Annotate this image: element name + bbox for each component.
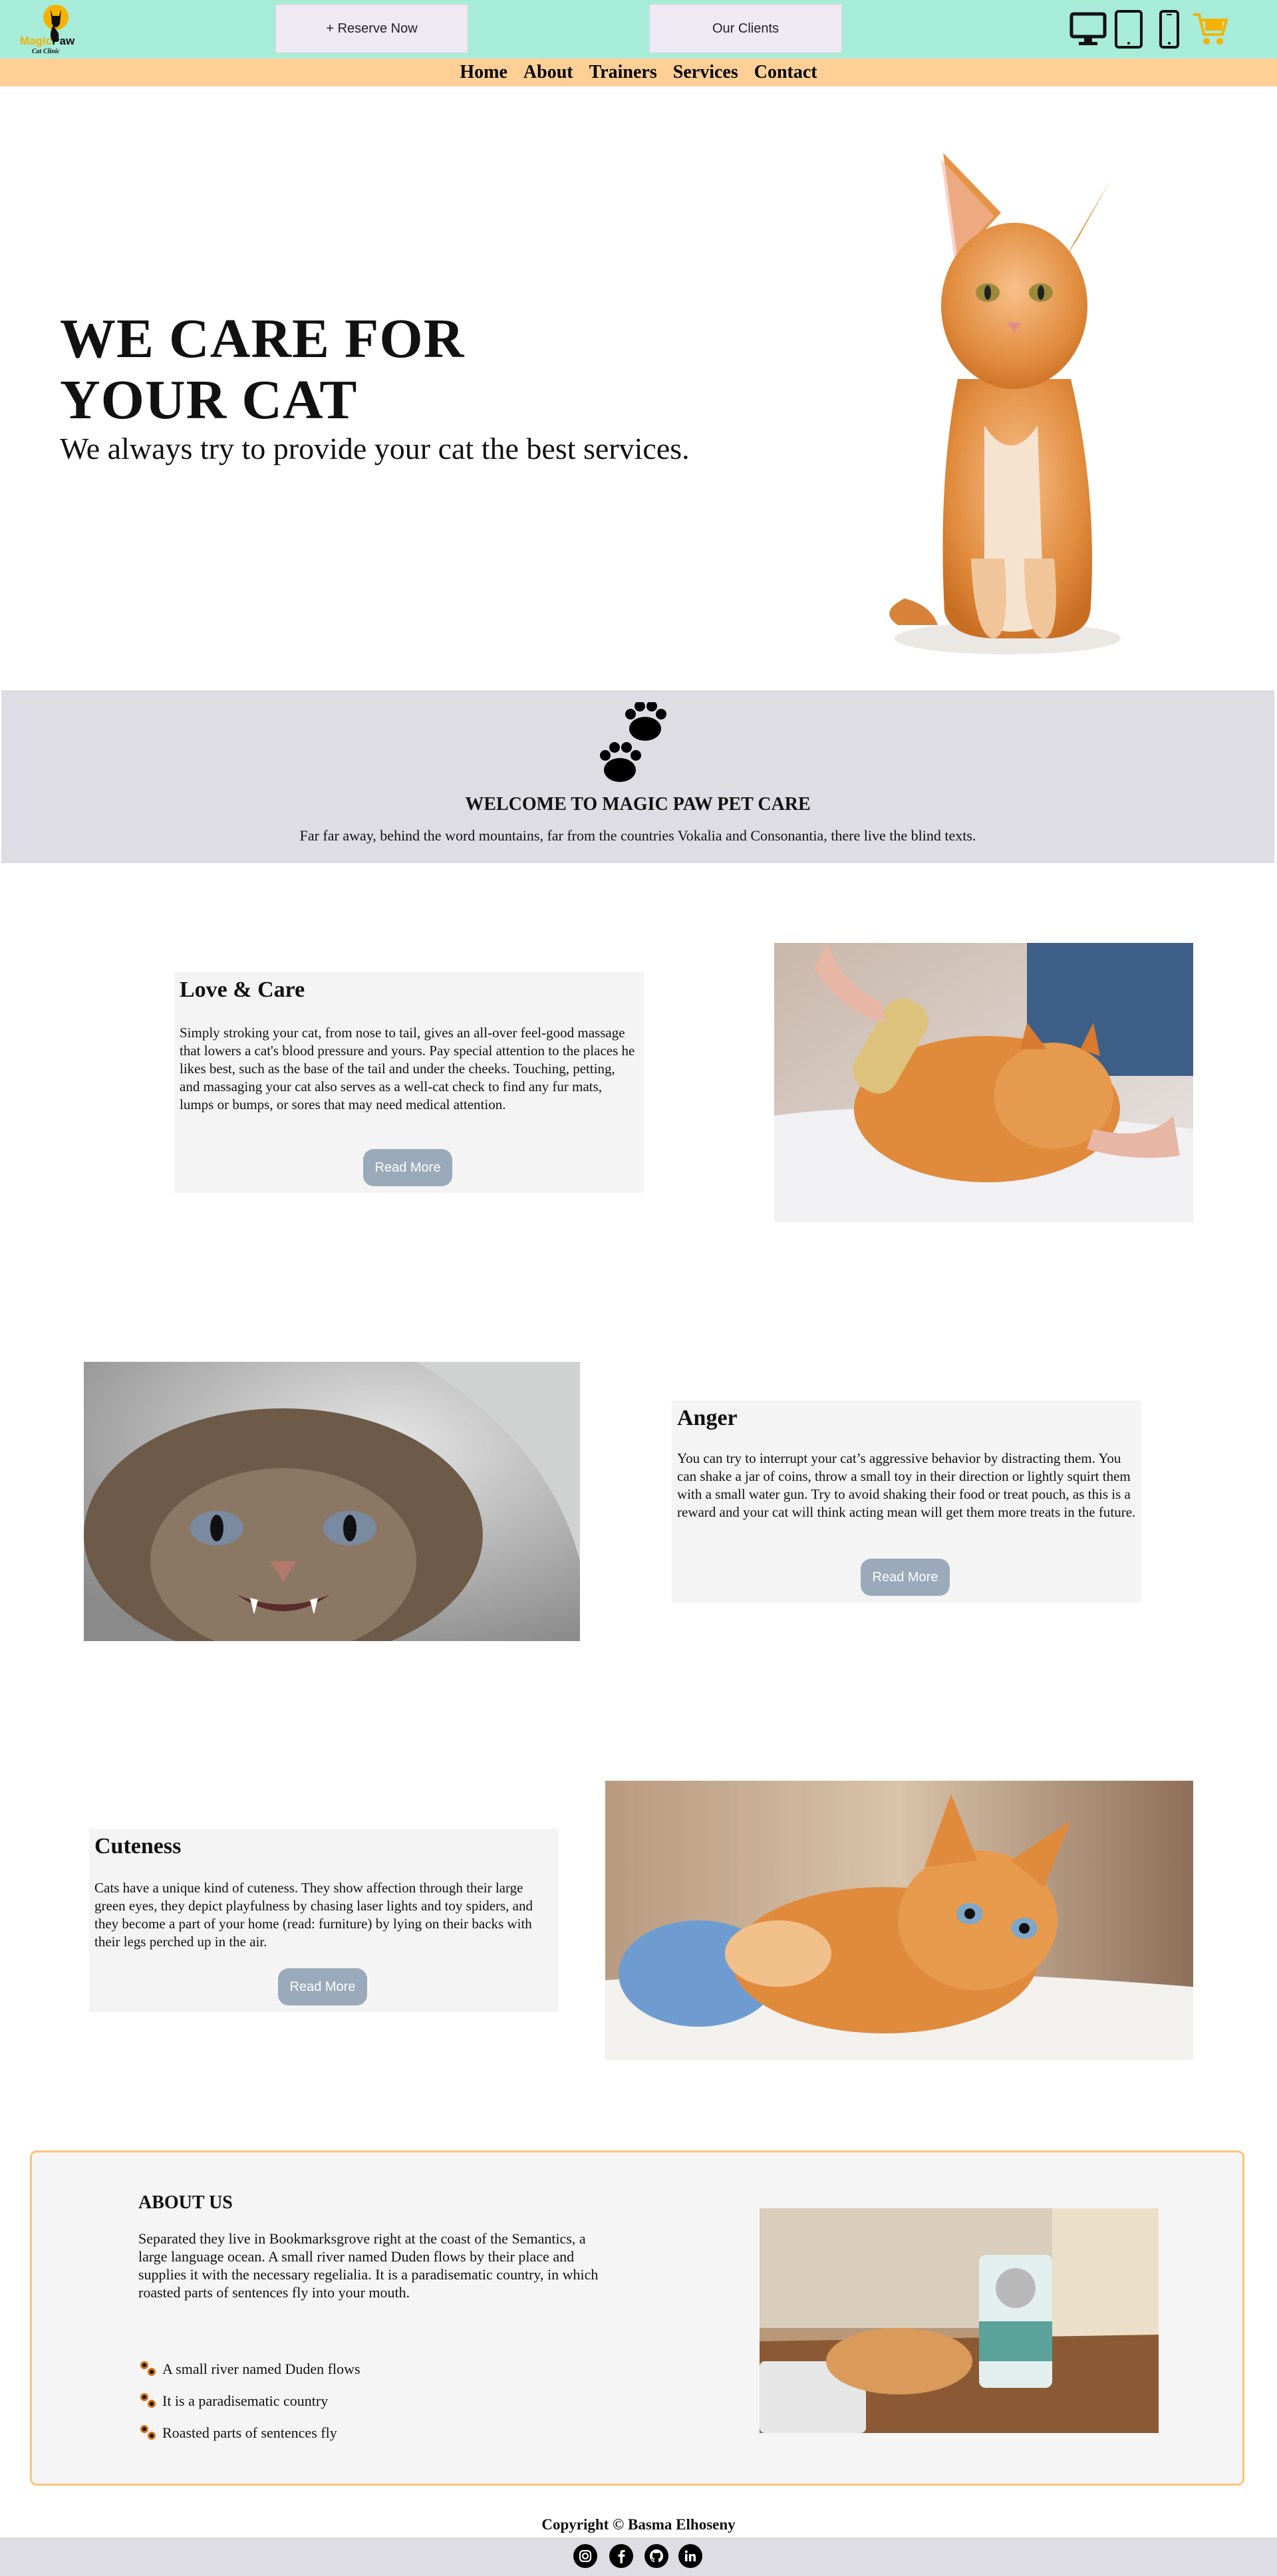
- tablet-icon[interactable]: [1113, 9, 1144, 49]
- card-text: You can try to interrupt your cat’s aggr…: [677, 1450, 1136, 1520]
- card-text: Simply stroking your cat, from nose to t…: [180, 1025, 635, 1112]
- welcome-section: WELCOME TO MAGIC PAW PET CARE Far far aw…: [1, 690, 1274, 863]
- paw-bullet-icon: [140, 2393, 156, 2408]
- angry-cat-image: [84, 1362, 580, 1641]
- paw-bullet-icon: [140, 2361, 156, 2376]
- cart-icon[interactable]: [1192, 9, 1229, 48]
- list-item: A small river named Duden flows: [138, 2353, 604, 2385]
- cuteness-card: Cuteness Cats have a unique kind of cute…: [89, 1829, 559, 2012]
- nav-bar: Home About Trainers Services Contact: [0, 59, 1277, 86]
- hero-kitten-image: [858, 146, 1151, 665]
- hero-subtitle: We always try to provide your cat the be…: [60, 432, 690, 465]
- read-more-button[interactable]: Read More: [861, 1559, 950, 1596]
- copyright-text: Copyright © Basma Elhoseny: [541, 2516, 736, 2533]
- phone-icon[interactable]: [1157, 9, 1181, 49]
- nav-link-contact[interactable]: Contact: [754, 62, 817, 83]
- card-title: Anger: [677, 1406, 738, 1430]
- instagram-icon[interactable]: [573, 2544, 597, 2568]
- nav-link-services[interactable]: Services: [673, 62, 738, 83]
- read-more-button[interactable]: Read More: [363, 1149, 452, 1186]
- about-text: Separated they live in Bookmarksgrove ri…: [138, 2230, 599, 2301]
- list-item-label: Roasted parts of sentences fly: [162, 2424, 337, 2441]
- hero-title-line-1: WE CARE FOR: [60, 308, 465, 370]
- about-section: ABOUT US Separated they live in Bookmark…: [30, 2150, 1244, 2486]
- paw-icon: [593, 701, 686, 789]
- footer-bar: [0, 2537, 1277, 2576]
- nav-link-about[interactable]: About: [523, 62, 573, 83]
- love-care-card: Love & Care Simply stroking your cat, fr…: [174, 972, 644, 1193]
- anger-card: Anger You can try to interrupt your cat’…: [672, 1400, 1141, 1603]
- logo[interactable]: MagicPaw Cat Clinic: [16, 1, 89, 57]
- list-item-label: A small river named Duden flows: [162, 2361, 360, 2377]
- paw-bullet-icon: [140, 2425, 156, 2440]
- read-more-button[interactable]: Read More: [278, 1968, 367, 2005]
- kitten-yarn-image: [605, 1781, 1193, 2060]
- logo-word-paw: Paw: [52, 35, 75, 47]
- about-title: ABOUT US: [138, 2192, 233, 2213]
- desktop-icon[interactable]: [1069, 12, 1107, 47]
- card-title: Love & Care: [180, 977, 305, 1002]
- reserve-now-button[interactable]: + Reserve Now: [275, 4, 468, 53]
- cat-brushing-image: [774, 943, 1193, 1222]
- list-item-label: It is a paradisematic country: [162, 2392, 329, 2409]
- list-item: It is a paradisematic country: [138, 2385, 604, 2417]
- card-title: Cuteness: [94, 1834, 182, 1859]
- github-icon[interactable]: [644, 2544, 668, 2568]
- list-item: Roasted parts of sentences fly: [138, 2417, 604, 2449]
- nav-link-home[interactable]: Home: [460, 62, 507, 83]
- facebook-icon[interactable]: [609, 2544, 633, 2568]
- welcome-title: WELCOME TO MAGIC PAW PET CARE: [465, 794, 811, 815]
- welcome-text: Far far away, behind the word mountains,…: [299, 827, 976, 844]
- about-list: A small river named Duden flows It is a …: [138, 2353, 604, 2449]
- card-text: Cats have a unique kind of cuteness. The…: [94, 1880, 533, 1950]
- linkedin-icon[interactable]: [678, 2544, 702, 2568]
- hero-title-line-2: YOUR CAT: [60, 369, 358, 431]
- logo-tagline: Cat Clinic: [32, 48, 60, 55]
- cat-food-image: [760, 2208, 1159, 2433]
- nav-link-trainers[interactable]: Trainers: [589, 62, 657, 83]
- logo-word-magic: Magic: [20, 35, 53, 47]
- hero-title: WE CARE FOR YOUR CAT: [60, 309, 592, 431]
- our-clients-button[interactable]: Our Clients: [649, 4, 842, 53]
- top-bar: MagicPaw Cat Clinic + Reserve Now Our Cl…: [0, 0, 1277, 59]
